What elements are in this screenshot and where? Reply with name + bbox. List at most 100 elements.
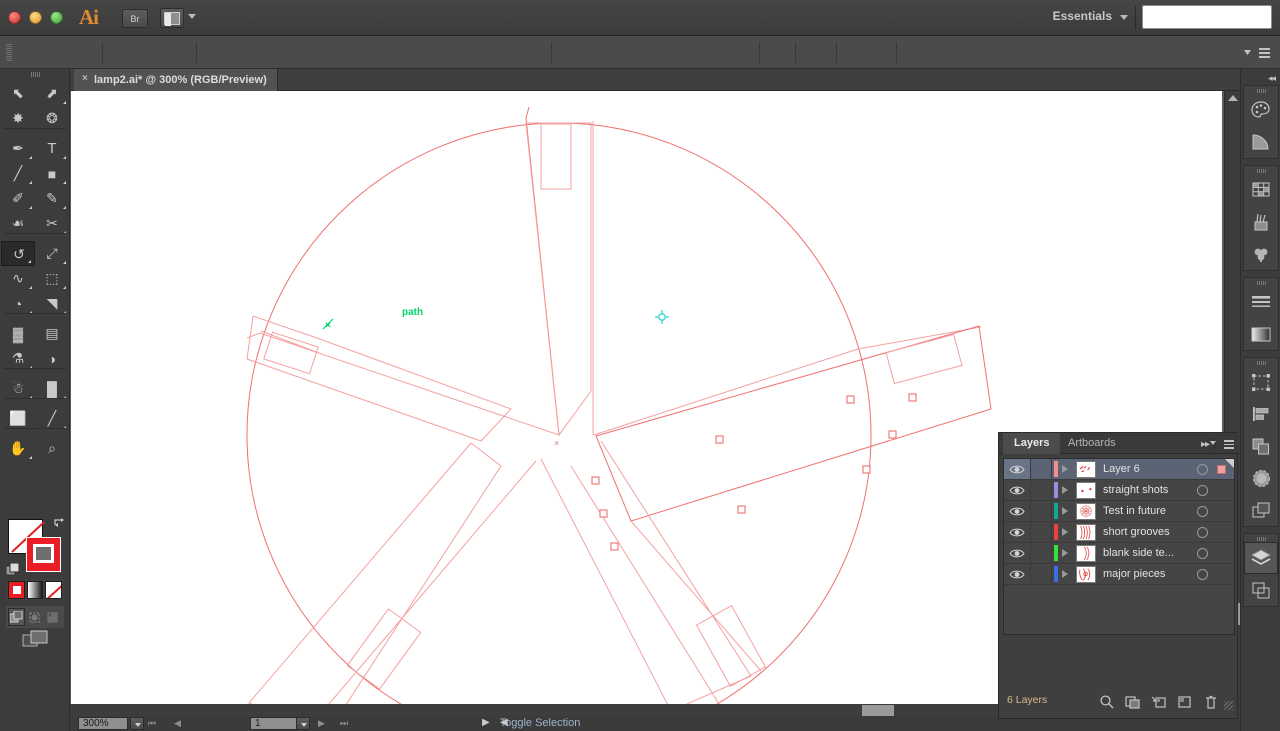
expand-panels-icon[interactable]: ◂◂ [1268, 73, 1275, 84]
status-prev-icon[interactable]: ◀ [500, 717, 508, 728]
layer-name-label[interactable]: Layer 6 [1103, 459, 1140, 479]
workspace-switcher[interactable]: Essentials [1053, 9, 1112, 23]
zoom-level-dropdown[interactable] [130, 717, 144, 730]
stroke-color-swatch[interactable] [26, 537, 61, 572]
dock-group-grip[interactable] [1257, 361, 1266, 365]
change-screen-mode-icon[interactable] [22, 629, 50, 649]
none-mode-button[interactable] [45, 581, 62, 599]
launch-bridge-button[interactable]: Br [122, 9, 148, 28]
visibility-eye-icon[interactable] [1004, 522, 1031, 542]
previous-artboard-icon[interactable]: ◀ [174, 718, 181, 729]
layer-target-icon[interactable] [1197, 548, 1208, 559]
stroke-panel-icon[interactable] [1244, 286, 1278, 318]
visibility-eye-icon[interactable] [1004, 543, 1031, 563]
close-window-button[interactable] [8, 11, 21, 24]
layer-row[interactable]: Test in future [1004, 501, 1234, 522]
default-fill-stroke-icon[interactable] [6, 563, 20, 576]
visibility-eye-icon[interactable] [1004, 480, 1031, 500]
visibility-eye-icon[interactable] [1004, 501, 1031, 521]
gradient-tool[interactable]: ▤ [35, 321, 69, 346]
dock-group-grip[interactable] [1257, 169, 1266, 173]
layer-row[interactable]: short grooves [1004, 522, 1234, 543]
pen-tool[interactable]: ✒ [1, 136, 35, 161]
layer-row[interactable]: blank side te... [1004, 543, 1234, 564]
zoom-tool[interactable]: ⌕ [35, 436, 69, 461]
minimize-window-button[interactable] [29, 11, 42, 24]
visibility-eye-icon[interactable] [1004, 564, 1031, 584]
horizontal-scroll-thumb[interactable] [862, 705, 894, 716]
chevron-down-icon[interactable] [188, 14, 196, 19]
layer-name-label[interactable]: straight shots [1103, 480, 1168, 500]
mesh-tool[interactable]: ▓ [1, 321, 35, 346]
transform-panel-icon[interactable] [1244, 366, 1278, 398]
artboard-number-dropdown[interactable] [296, 717, 310, 730]
lock-toggle[interactable] [1032, 480, 1052, 500]
delete-selection-icon[interactable] [1203, 694, 1219, 710]
lock-toggle[interactable] [1032, 564, 1052, 584]
tab-artboards[interactable]: Artboards [1057, 433, 1127, 454]
scroll-up-icon[interactable] [1228, 95, 1238, 101]
maximize-window-button[interactable] [50, 11, 63, 24]
panel-menu-icon[interactable] [1217, 440, 1234, 449]
arrange-documents-button[interactable] [160, 8, 184, 28]
document-tab[interactable]: × lamp2.ai* @ 300% (RGB/Preview) [74, 69, 278, 91]
pencil-tool[interactable]: ✎ [35, 186, 69, 211]
align-panel-icon[interactable] [1244, 398, 1278, 430]
zoom-level-input[interactable]: 300% [78, 717, 128, 730]
free-transform-tool[interactable]: ⬚ [35, 266, 69, 291]
layer-target-icon[interactable] [1197, 569, 1208, 580]
pathfinder-panel-icon[interactable] [1244, 430, 1278, 462]
artboard-number-input[interactable]: 1 [250, 717, 300, 730]
close-icon[interactable]: × [82, 75, 90, 83]
rectangle-tool[interactable]: ■ [35, 161, 69, 186]
tools-panel-grip[interactable] [31, 72, 40, 77]
draw-inside-button[interactable] [45, 608, 62, 626]
layer-target-icon[interactable] [1197, 527, 1208, 538]
draw-normal-button[interactable] [8, 608, 25, 626]
artboards-panel-icon[interactable] [1244, 574, 1278, 606]
layer-name-label[interactable]: Test in future [1103, 501, 1166, 521]
width-tool[interactable]: ∿ [1, 266, 35, 291]
dock-group-grip[interactable] [1257, 537, 1266, 541]
draw-behind-button[interactable] [26, 608, 43, 626]
locate-object-icon[interactable] [1099, 694, 1115, 710]
status-menu-icon[interactable]: ▶ [482, 717, 490, 728]
layer-target-icon[interactable] [1197, 506, 1208, 517]
control-bar-menu-icon[interactable] [1252, 48, 1270, 58]
scale-tool[interactable]: ⤢ [35, 241, 69, 266]
panel-resize-grip[interactable] [1224, 701, 1233, 710]
symbols-panel-icon[interactable] [1244, 238, 1278, 270]
create-new-sublayer-icon[interactable] [1151, 694, 1167, 710]
dock-group-grip[interactable] [1257, 281, 1266, 285]
dock-group-grip[interactable] [1257, 89, 1266, 93]
layers-panel-icon[interactable] [1244, 542, 1278, 574]
swap-fill-stroke-icon[interactable] [54, 517, 67, 528]
brushes-panel-icon[interactable] [1244, 206, 1278, 238]
layer-target-icon[interactable] [1197, 464, 1208, 475]
next-artboard-icon[interactable]: ▶ [318, 718, 325, 729]
layer-row[interactable]: Layer 6 [1004, 459, 1234, 480]
chevron-right-icon[interactable] [1062, 570, 1068, 578]
chevron-right-icon[interactable] [1062, 507, 1068, 515]
color-guide-panel-icon[interactable] [1244, 126, 1278, 158]
last-artboard-icon[interactable]: ⏭ [340, 718, 348, 729]
layer-target-icon[interactable] [1197, 485, 1208, 496]
layer-name-label[interactable]: short grooves [1103, 522, 1170, 542]
tab-layers[interactable]: Layers [1003, 433, 1060, 454]
create-new-layer-icon[interactable] [1177, 694, 1193, 710]
gradient-mode-button[interactable] [27, 581, 44, 599]
transparency-panel-icon[interactable] [1244, 462, 1278, 494]
first-artboard-icon[interactable]: ⏮ [148, 718, 156, 729]
swatches-panel-icon[interactable] [1244, 174, 1278, 206]
gradient-panel-icon[interactable] [1244, 318, 1278, 350]
layer-row[interactable]: major pieces [1004, 564, 1234, 585]
selection-tool[interactable]: ⬉ [1, 81, 35, 106]
chevron-right-icon[interactable] [1062, 465, 1068, 473]
search-input[interactable] [1142, 5, 1272, 29]
paintbrush-tool[interactable]: ✐ [1, 186, 35, 211]
type-tool[interactable]: T [35, 136, 69, 161]
color-mode-button[interactable] [8, 581, 25, 599]
lock-toggle[interactable] [1032, 459, 1052, 479]
hand-tool[interactable]: ✋ [1, 436, 35, 461]
chevron-right-icon[interactable] [1062, 486, 1068, 494]
